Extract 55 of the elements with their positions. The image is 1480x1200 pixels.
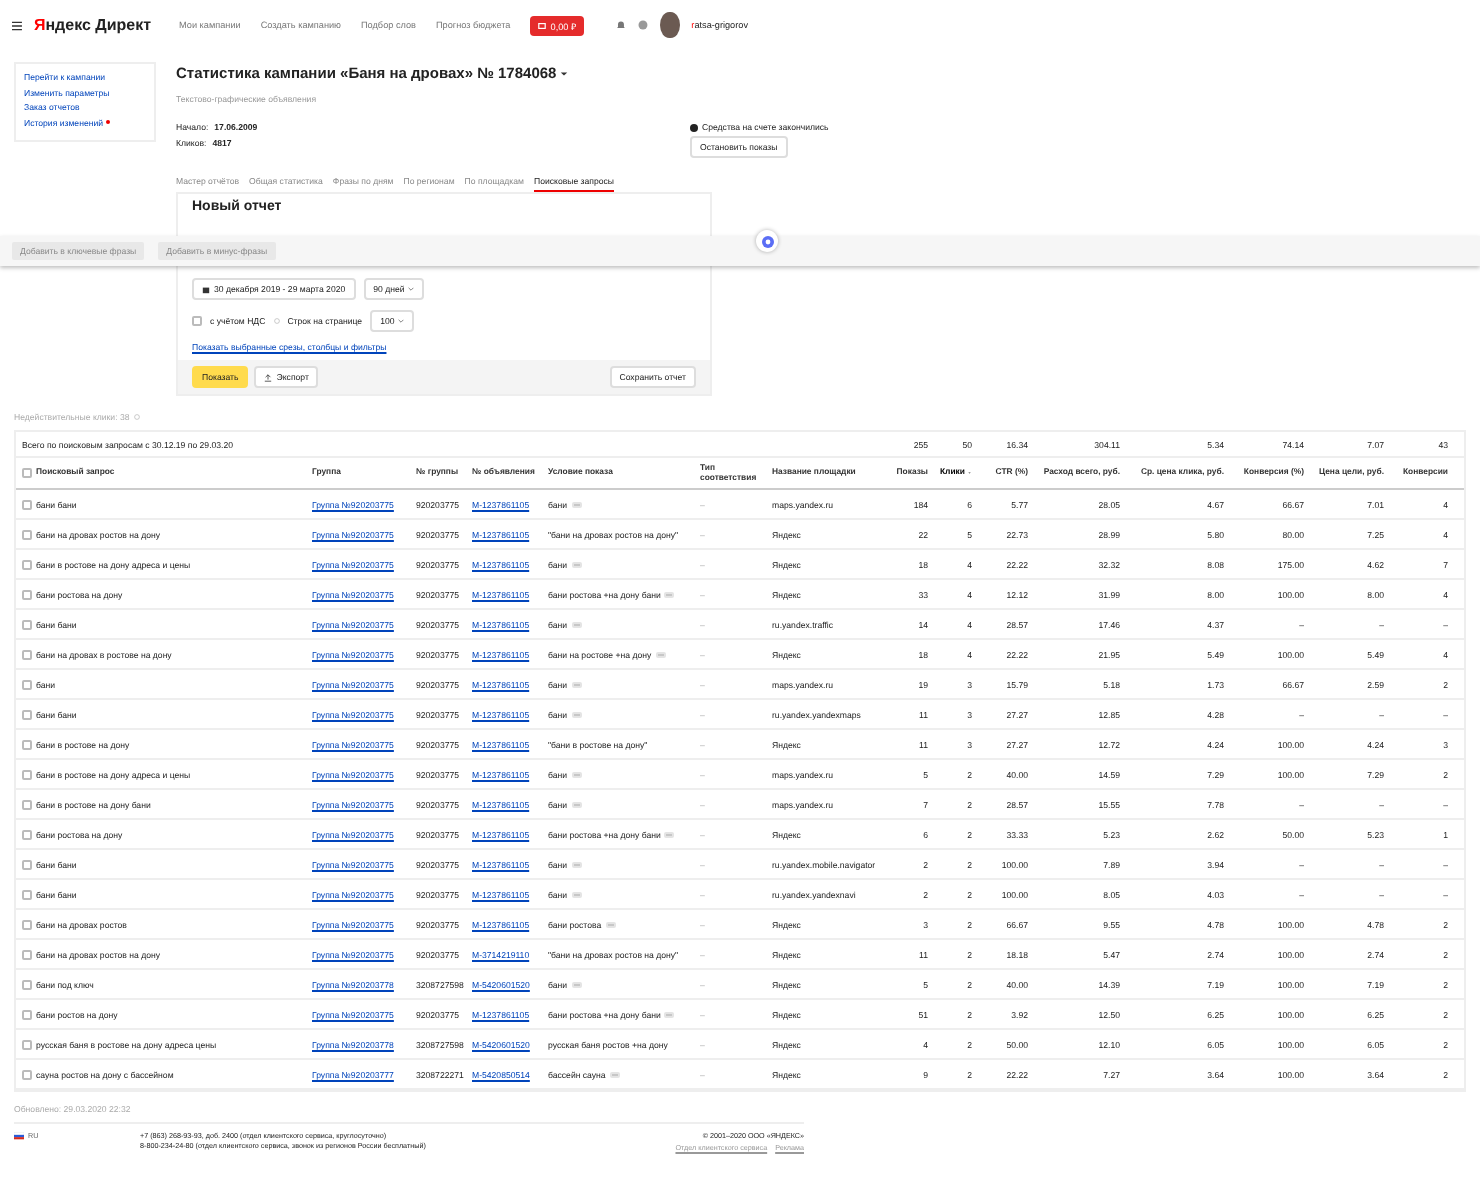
checkbox[interactable]	[22, 799, 32, 809]
dash-icon	[664, 831, 675, 837]
checkbox[interactable]	[22, 499, 32, 509]
export-icon	[264, 373, 273, 381]
checkbox[interactable]	[22, 919, 32, 929]
checkbox[interactable]	[22, 468, 32, 478]
checkbox[interactable]	[22, 859, 32, 869]
calendar-icon	[202, 285, 210, 293]
caret-icon	[398, 318, 405, 324]
dash-icon	[571, 771, 582, 777]
dash-icon	[571, 801, 582, 807]
dash-icon	[571, 561, 582, 567]
assistant-button[interactable]	[756, 230, 778, 252]
dash-icon	[571, 891, 582, 897]
dash-icon	[609, 1071, 620, 1077]
checkbox[interactable]	[22, 529, 32, 539]
checkbox[interactable]	[22, 589, 32, 599]
info-icon	[690, 123, 698, 131]
checkbox[interactable]	[22, 1009, 32, 1019]
question-icon	[273, 318, 280, 324]
dash-icon	[664, 591, 675, 597]
checkbox[interactable]	[22, 949, 32, 959]
checkbox[interactable]	[22, 679, 32, 689]
chat-icon	[761, 235, 773, 247]
bell-icon	[616, 18, 627, 32]
avatar[interactable]	[660, 12, 680, 38]
checkbox[interactable]	[22, 649, 32, 659]
checkbox[interactable]	[192, 316, 202, 326]
checkbox[interactable]	[22, 769, 32, 779]
checkbox[interactable]	[22, 739, 32, 749]
checkbox[interactable]	[22, 1039, 32, 1049]
question-icon	[133, 414, 140, 420]
dash-icon	[605, 921, 616, 927]
dash-icon	[571, 981, 582, 987]
dash-icon	[571, 501, 582, 507]
info-icon	[638, 18, 649, 32]
dash-icon	[571, 711, 582, 717]
logo[interactable]: Яндекс Директ	[33, 16, 152, 34]
menu-icon[interactable]	[12, 19, 22, 31]
checkbox[interactable]	[22, 709, 32, 719]
checkbox[interactable]	[22, 559, 32, 569]
caret-icon	[408, 286, 415, 292]
flag-icon	[14, 1132, 24, 1140]
checkbox[interactable]	[22, 619, 32, 629]
checkbox[interactable]	[22, 889, 32, 899]
checkbox[interactable]	[22, 1069, 32, 1079]
dash-icon	[571, 681, 582, 687]
dash-icon	[655, 651, 666, 657]
checkbox[interactable]	[22, 829, 32, 839]
wallet-icon	[538, 21, 547, 29]
dash-icon	[571, 861, 582, 867]
caret-icon	[560, 69, 569, 77]
dash-icon	[664, 1011, 675, 1017]
dash-icon	[571, 621, 582, 627]
checkbox[interactable]	[22, 979, 32, 989]
